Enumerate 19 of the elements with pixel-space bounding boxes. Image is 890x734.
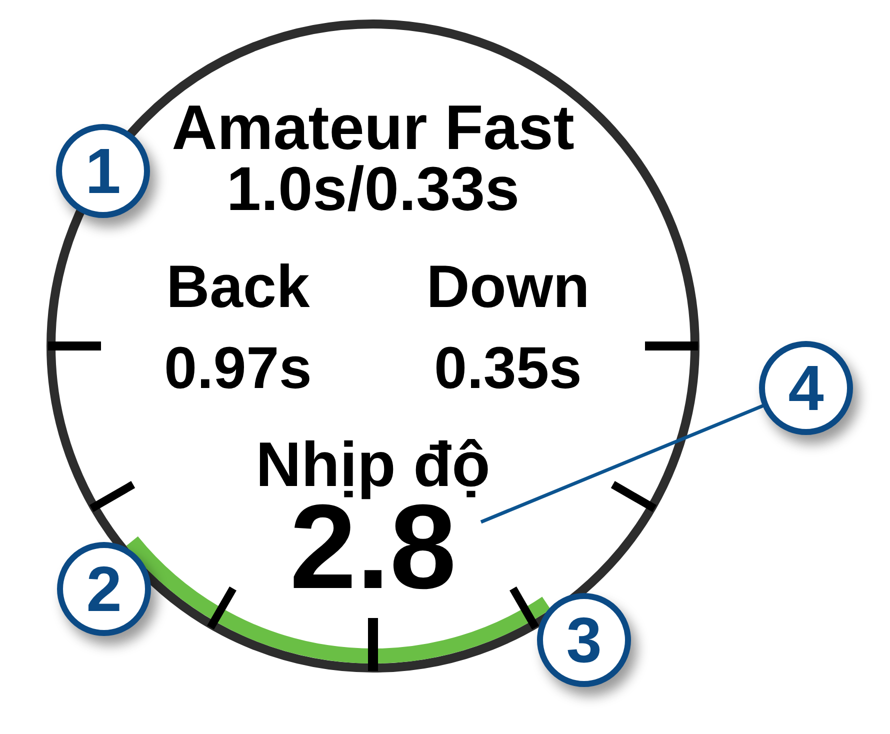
tempo-value: 2.8 xyxy=(290,501,456,593)
workout-title: Amateur Fast xyxy=(172,98,574,159)
callout-number: 4 xyxy=(759,341,853,435)
tick-mark xyxy=(90,481,136,512)
tick-mark xyxy=(610,481,656,512)
tick-mark xyxy=(368,618,378,671)
metric-value: 0.35s xyxy=(434,338,582,398)
metric-value: 0.97s xyxy=(164,338,312,398)
metric-label: Down xyxy=(426,257,590,317)
tick-mark xyxy=(48,342,101,350)
metric-label: Back xyxy=(166,257,310,317)
callout-number: 2 xyxy=(57,542,151,636)
tick-mark xyxy=(645,342,698,350)
callout-number: 3 xyxy=(537,593,631,687)
tempo-label: Nhịp độ xyxy=(256,429,490,501)
callout-number: 1 xyxy=(56,124,150,218)
target-times: 1.0s/0.33s xyxy=(226,160,520,220)
tick-mark xyxy=(207,586,236,630)
tick-mark xyxy=(510,586,539,630)
